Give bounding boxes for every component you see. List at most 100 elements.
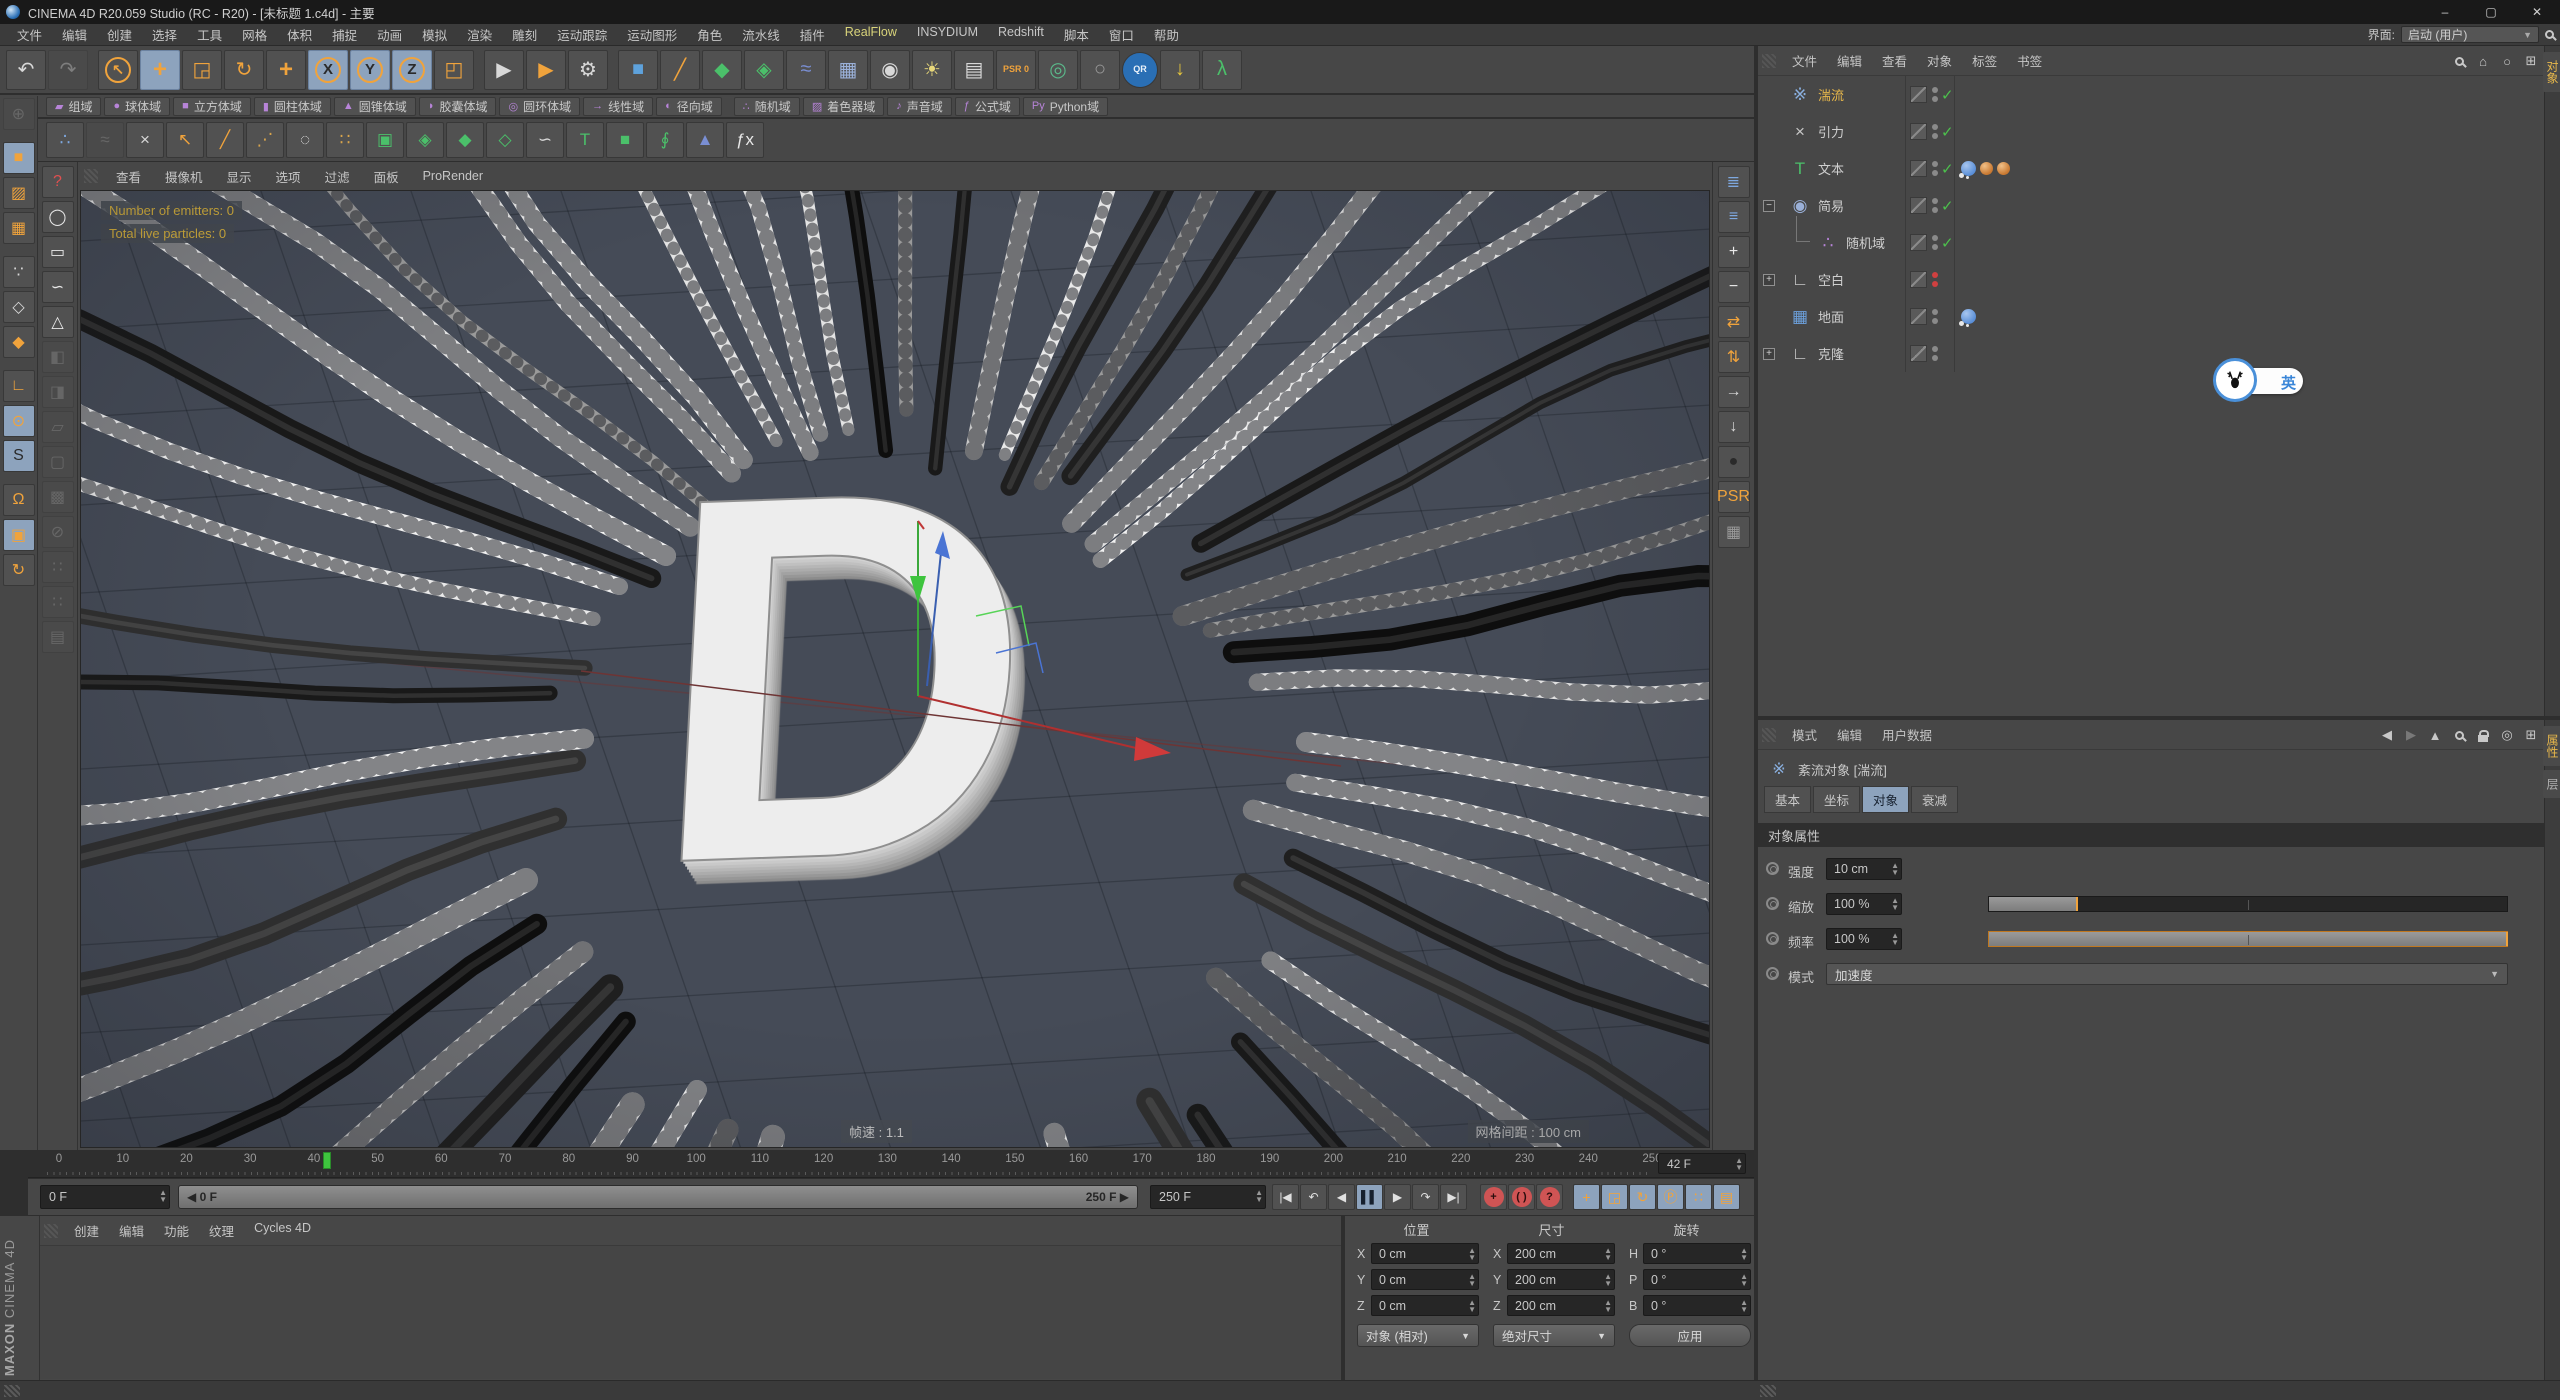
ime-floating-badge[interactable]: 英 xyxy=(2213,364,2305,398)
menu-插件[interactable]: 插件 xyxy=(791,23,834,46)
radial-field-button[interactable]: ◐径向域 xyxy=(656,97,722,116)
tracer-curve-icon[interactable]: ∽ xyxy=(526,122,564,158)
coordinate-system-button[interactable]: ◰ xyxy=(434,50,474,90)
coord-field-尺寸-Z[interactable]: 200 cm▲▼ xyxy=(1507,1295,1615,1316)
expander-icon[interactable]: + xyxy=(1763,348,1775,360)
enabled-check-icon[interactable]: ✓ xyxy=(1941,123,1954,141)
mouse-input-button[interactable]: ⊙ xyxy=(3,405,35,437)
menu-模拟[interactable]: 模拟 xyxy=(413,23,456,46)
deer-logo-icon[interactable] xyxy=(2213,358,2257,402)
om-menu-标签[interactable]: 标签 xyxy=(1962,49,2007,72)
menu-Redshift[interactable]: Redshift xyxy=(989,23,1053,46)
statusbar-grip[interactable] xyxy=(4,1385,20,1397)
menu-选择[interactable]: 选择 xyxy=(143,23,186,46)
layer-box-icon[interactable] xyxy=(1910,160,1927,177)
om-menu-对象[interactable]: 对象 xyxy=(1917,49,1962,72)
sound-field-button[interactable]: ♪声音域 xyxy=(887,97,952,116)
add-child-icon[interactable]: + xyxy=(1718,236,1750,268)
spinner-icon[interactable]: ▲▼ xyxy=(1468,1247,1476,1261)
keyframe-toggle-icon[interactable] xyxy=(1766,932,1779,945)
convert-points-icon[interactable]: × xyxy=(126,122,164,158)
tab-layers[interactable]: 层 xyxy=(2543,770,2560,798)
enabled-check-icon[interactable]: ✓ xyxy=(1941,86,1954,104)
wire-sphere-button[interactable]: ○ xyxy=(1080,50,1120,90)
box-field-button[interactable]: ■立方体域 xyxy=(173,97,251,116)
am-up-icon[interactable]: ▲ xyxy=(2428,728,2442,743)
next-frame-button[interactable]: ▶ xyxy=(1384,1184,1411,1210)
cylinder-field-button[interactable]: ▮圆柱体域 xyxy=(254,97,331,116)
interface-dropdown[interactable]: 启动 (用户)▼ xyxy=(2401,26,2539,43)
question-select-icon[interactable]: ? xyxy=(42,166,74,198)
collider-tag-icon[interactable] xyxy=(1997,162,2010,175)
goto-end-button[interactable]: ▶| xyxy=(1440,1184,1467,1210)
viewport-menu-显示[interactable]: 显示 xyxy=(217,164,262,189)
material-menu-功能[interactable]: 功能 xyxy=(154,1219,199,1242)
om-new-panel-icon[interactable]: ⊞ xyxy=(2524,53,2538,69)
keyframe-selection-button[interactable]: ? xyxy=(1536,1184,1563,1210)
menu-RealFlow[interactable]: RealFlow xyxy=(836,23,906,46)
panel-grip[interactable] xyxy=(84,169,98,183)
lock-z-axis-button[interactable]: Z xyxy=(392,50,432,90)
enabled-check-icon[interactable]: ✓ xyxy=(1941,234,1954,252)
mode-dropdown[interactable]: 加速度▼ xyxy=(1826,963,2508,985)
am-target-icon[interactable]: ◎ xyxy=(2500,727,2514,743)
circle-select-icon[interactable]: ◯ xyxy=(42,201,74,233)
subdivision-surface-button[interactable]: ◆ xyxy=(702,50,742,90)
visibility-dots[interactable] xyxy=(1932,346,1938,361)
camera-button[interactable]: ◉ xyxy=(870,50,910,90)
add-camera-icon[interactable]: ● xyxy=(1718,446,1750,478)
keyframe-toggle-icon[interactable] xyxy=(1766,967,1779,980)
prev-frame-button[interactable]: ◀ xyxy=(1328,1184,1355,1210)
material-list-area[interactable] xyxy=(40,1246,1341,1379)
object-row-文本[interactable]: T文本✓ xyxy=(1758,150,2560,187)
character-plugin-button[interactable]: λ xyxy=(1202,50,1242,90)
position-mode-dropdown[interactable]: 对象 (相对)▼ xyxy=(1357,1324,1479,1347)
current-frame-field[interactable]: 0 F▲▼ xyxy=(40,1185,170,1209)
cage-icon[interactable]: ◇ xyxy=(486,122,524,158)
spinner-icon[interactable]: ▲▼ xyxy=(1604,1273,1612,1287)
object-row-克隆[interactable]: +∟克隆 xyxy=(1758,335,2560,372)
prev-key-button[interactable]: ↶ xyxy=(1300,1184,1327,1210)
random-field-button[interactable]: ∴随机域 xyxy=(734,97,800,116)
menu-运动跟踪[interactable]: 运动跟踪 xyxy=(548,23,616,46)
visibility-dots[interactable] xyxy=(1932,87,1938,102)
size-mode-dropdown[interactable]: 绝对尺寸▼ xyxy=(1493,1324,1615,1347)
live-selection-button[interactable]: ↖ xyxy=(98,50,138,90)
torus-field-button[interactable]: ◎圆环体域 xyxy=(499,97,580,116)
layer-box-icon[interactable] xyxy=(1910,197,1927,214)
fx-icon[interactable]: ƒx xyxy=(726,122,764,158)
coord-field-旋转-B[interactable]: 0 °▲▼ xyxy=(1643,1295,1751,1316)
capsule-field-button[interactable]: ◗胶囊体域 xyxy=(419,97,497,116)
coord-field-尺寸-X[interactable]: 200 cm▲▼ xyxy=(1507,1243,1615,1264)
qr-badge-button[interactable]: QR xyxy=(1122,52,1158,88)
timeline-ruler[interactable]: 0102030405060708090100110120130140150160… xyxy=(40,1150,1650,1178)
timeline-end-field[interactable]: 42 F▲▼ xyxy=(1658,1153,1746,1174)
cage-sphere-icon[interactable]: ▣ xyxy=(366,122,404,158)
grid-points-icon[interactable]: ∷ xyxy=(326,122,364,158)
coord-field-位置-X[interactable]: 0 cm▲▼ xyxy=(1371,1243,1479,1264)
filmstrip-button[interactable]: ▤ xyxy=(1713,1184,1740,1210)
viewport-menu-查看[interactable]: 查看 xyxy=(106,164,151,189)
magnet-snap-button[interactable]: Ω xyxy=(3,484,35,516)
key-rotation-button[interactable]: ↻ xyxy=(1629,1184,1656,1210)
am-back-icon[interactable]: ◀ xyxy=(2380,727,2394,743)
light-button[interactable]: ☀ xyxy=(912,50,952,90)
viewport-menu-ProRender[interactable]: ProRender xyxy=(413,166,493,186)
hierarchy-horizontal-icon[interactable]: ≡ xyxy=(1718,201,1750,233)
menu-运动图形[interactable]: 运动图形 xyxy=(618,23,686,46)
keyframe-toggle-icon[interactable] xyxy=(1766,897,1779,910)
object-row-引力[interactable]: ×引力✓ xyxy=(1758,113,2560,150)
enabled-check-icon[interactable]: ✓ xyxy=(1941,160,1954,178)
generators-button[interactable]: ◈ xyxy=(744,50,784,90)
rotate-tool-button[interactable]: ↻ xyxy=(224,50,264,90)
menu-INSYDIUM[interactable]: INSYDIUM xyxy=(908,23,987,46)
coord-field-尺寸-Y[interactable]: 200 cm▲▼ xyxy=(1507,1269,1615,1290)
coord-field-位置-Z[interactable]: 0 cm▲▼ xyxy=(1371,1295,1479,1316)
viewport-menu-过滤[interactable]: 过滤 xyxy=(315,164,360,189)
move-tool-button[interactable]: + xyxy=(140,50,180,90)
viewport-menu-选项[interactable]: 选项 xyxy=(266,164,311,189)
snap-s-button[interactable]: S xyxy=(3,440,35,472)
shader-field-button[interactable]: ▨着色器域 xyxy=(803,97,884,116)
am-lock-icon[interactable] xyxy=(2476,729,2490,742)
mograph-cube-icon[interactable]: ■ xyxy=(606,122,644,158)
